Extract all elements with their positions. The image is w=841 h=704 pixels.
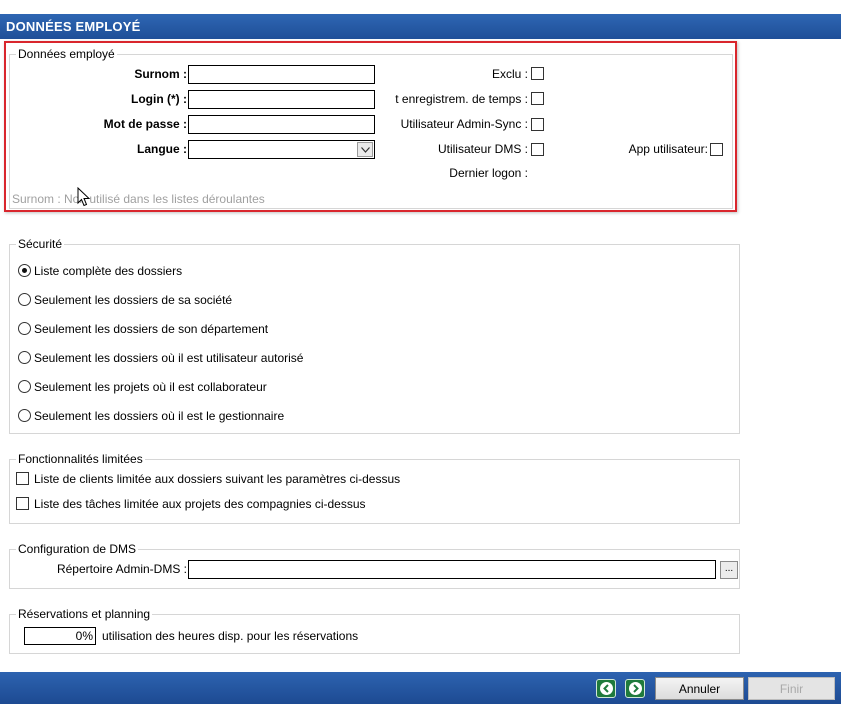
reservation-percent-label: utilisation des heures disp. pour les ré…: [102, 629, 359, 643]
limited-features-group: Fonctionnalités limitées: [9, 452, 740, 524]
langue-select[interactable]: [188, 140, 375, 159]
security-option-label[interactable]: Liste complète des dossiers: [34, 264, 182, 278]
security-option-radio[interactable]: [18, 380, 31, 393]
browse-button[interactable]: ...: [720, 561, 738, 579]
enregistrement-label: t enregistrem. de temps :: [395, 92, 528, 106]
login-label: Login (*) :: [131, 92, 187, 106]
reservation-percent-input[interactable]: [24, 627, 96, 645]
mouse-cursor-icon: [77, 187, 91, 207]
exclu-checkbox[interactable]: [531, 67, 544, 80]
surnom-hint: Surnom : Non utilisé dans les listes dér…: [12, 192, 265, 206]
task-list-limited-label[interactable]: Liste des tâches limitée aux projets des…: [34, 497, 366, 511]
arrow-left-icon: [599, 682, 613, 695]
surnom-label: Surnom :: [134, 67, 187, 81]
dms-user-label: Utilisateur DMS :: [437, 142, 528, 156]
security-option-radio[interactable]: [18, 293, 31, 306]
limited-features-legend: Fonctionnalités limitées: [18, 452, 143, 466]
security-option-radio[interactable]: [18, 409, 31, 422]
task-list-limited-checkbox[interactable]: [16, 497, 29, 510]
security-option-radio[interactable]: [18, 322, 31, 335]
login-input[interactable]: [188, 90, 375, 109]
security-option-label[interactable]: Seulement les dossiers où il est utilisa…: [34, 351, 303, 365]
enregistrement-checkbox[interactable]: [531, 92, 544, 105]
chevron-down-icon[interactable]: [357, 142, 373, 157]
dernier-logon-label: Dernier logon :: [449, 166, 528, 180]
admin-sync-checkbox[interactable]: [531, 118, 544, 131]
security-legend: Sécurité: [18, 237, 63, 251]
security-option-label[interactable]: Seulement les dossiers de son départemen…: [34, 322, 268, 336]
dms-user-checkbox[interactable]: [531, 143, 544, 156]
client-list-limited-label[interactable]: Liste de clients limitée aux dossiers su…: [34, 472, 400, 486]
repertoire-label: Répertoire Admin-DMS :: [56, 562, 187, 576]
reservations-legend: Réservations et planning: [18, 607, 151, 621]
cancel-button[interactable]: Annuler: [655, 677, 744, 700]
security-option-label[interactable]: Seulement les dossiers de sa société: [34, 293, 232, 307]
next-button[interactable]: [625, 679, 645, 698]
security-option-label[interactable]: Seulement les dossiers où il est le gest…: [34, 409, 284, 423]
surnom-input[interactable]: [188, 65, 375, 84]
app-user-checkbox[interactable]: [710, 143, 723, 156]
finish-button[interactable]: Finir: [748, 677, 835, 700]
window-title-text: DONNÉES EMPLOYÉ: [6, 19, 141, 34]
password-label: Mot de passe :: [103, 117, 187, 131]
security-option-label[interactable]: Seulement les projets où il est collabor…: [34, 380, 267, 394]
repertoire-input[interactable]: [188, 560, 716, 579]
app-user-label: App utilisateur:: [628, 142, 708, 156]
exclu-label: Exclu :: [491, 67, 528, 81]
security-option-radio[interactable]: [18, 264, 31, 277]
dms-config-legend: Configuration de DMS: [18, 542, 137, 556]
security-option-radio[interactable]: [18, 351, 31, 364]
password-input[interactable]: [188, 115, 375, 134]
previous-button[interactable]: [596, 679, 616, 698]
langue-label: Langue :: [137, 142, 187, 156]
window-title: DONNÉES EMPLOYÉ: [0, 14, 841, 39]
admin-sync-label: Utilisateur Admin-Sync :: [400, 117, 528, 131]
client-list-limited-checkbox[interactable]: [16, 472, 29, 485]
arrow-right-icon: [628, 682, 642, 695]
